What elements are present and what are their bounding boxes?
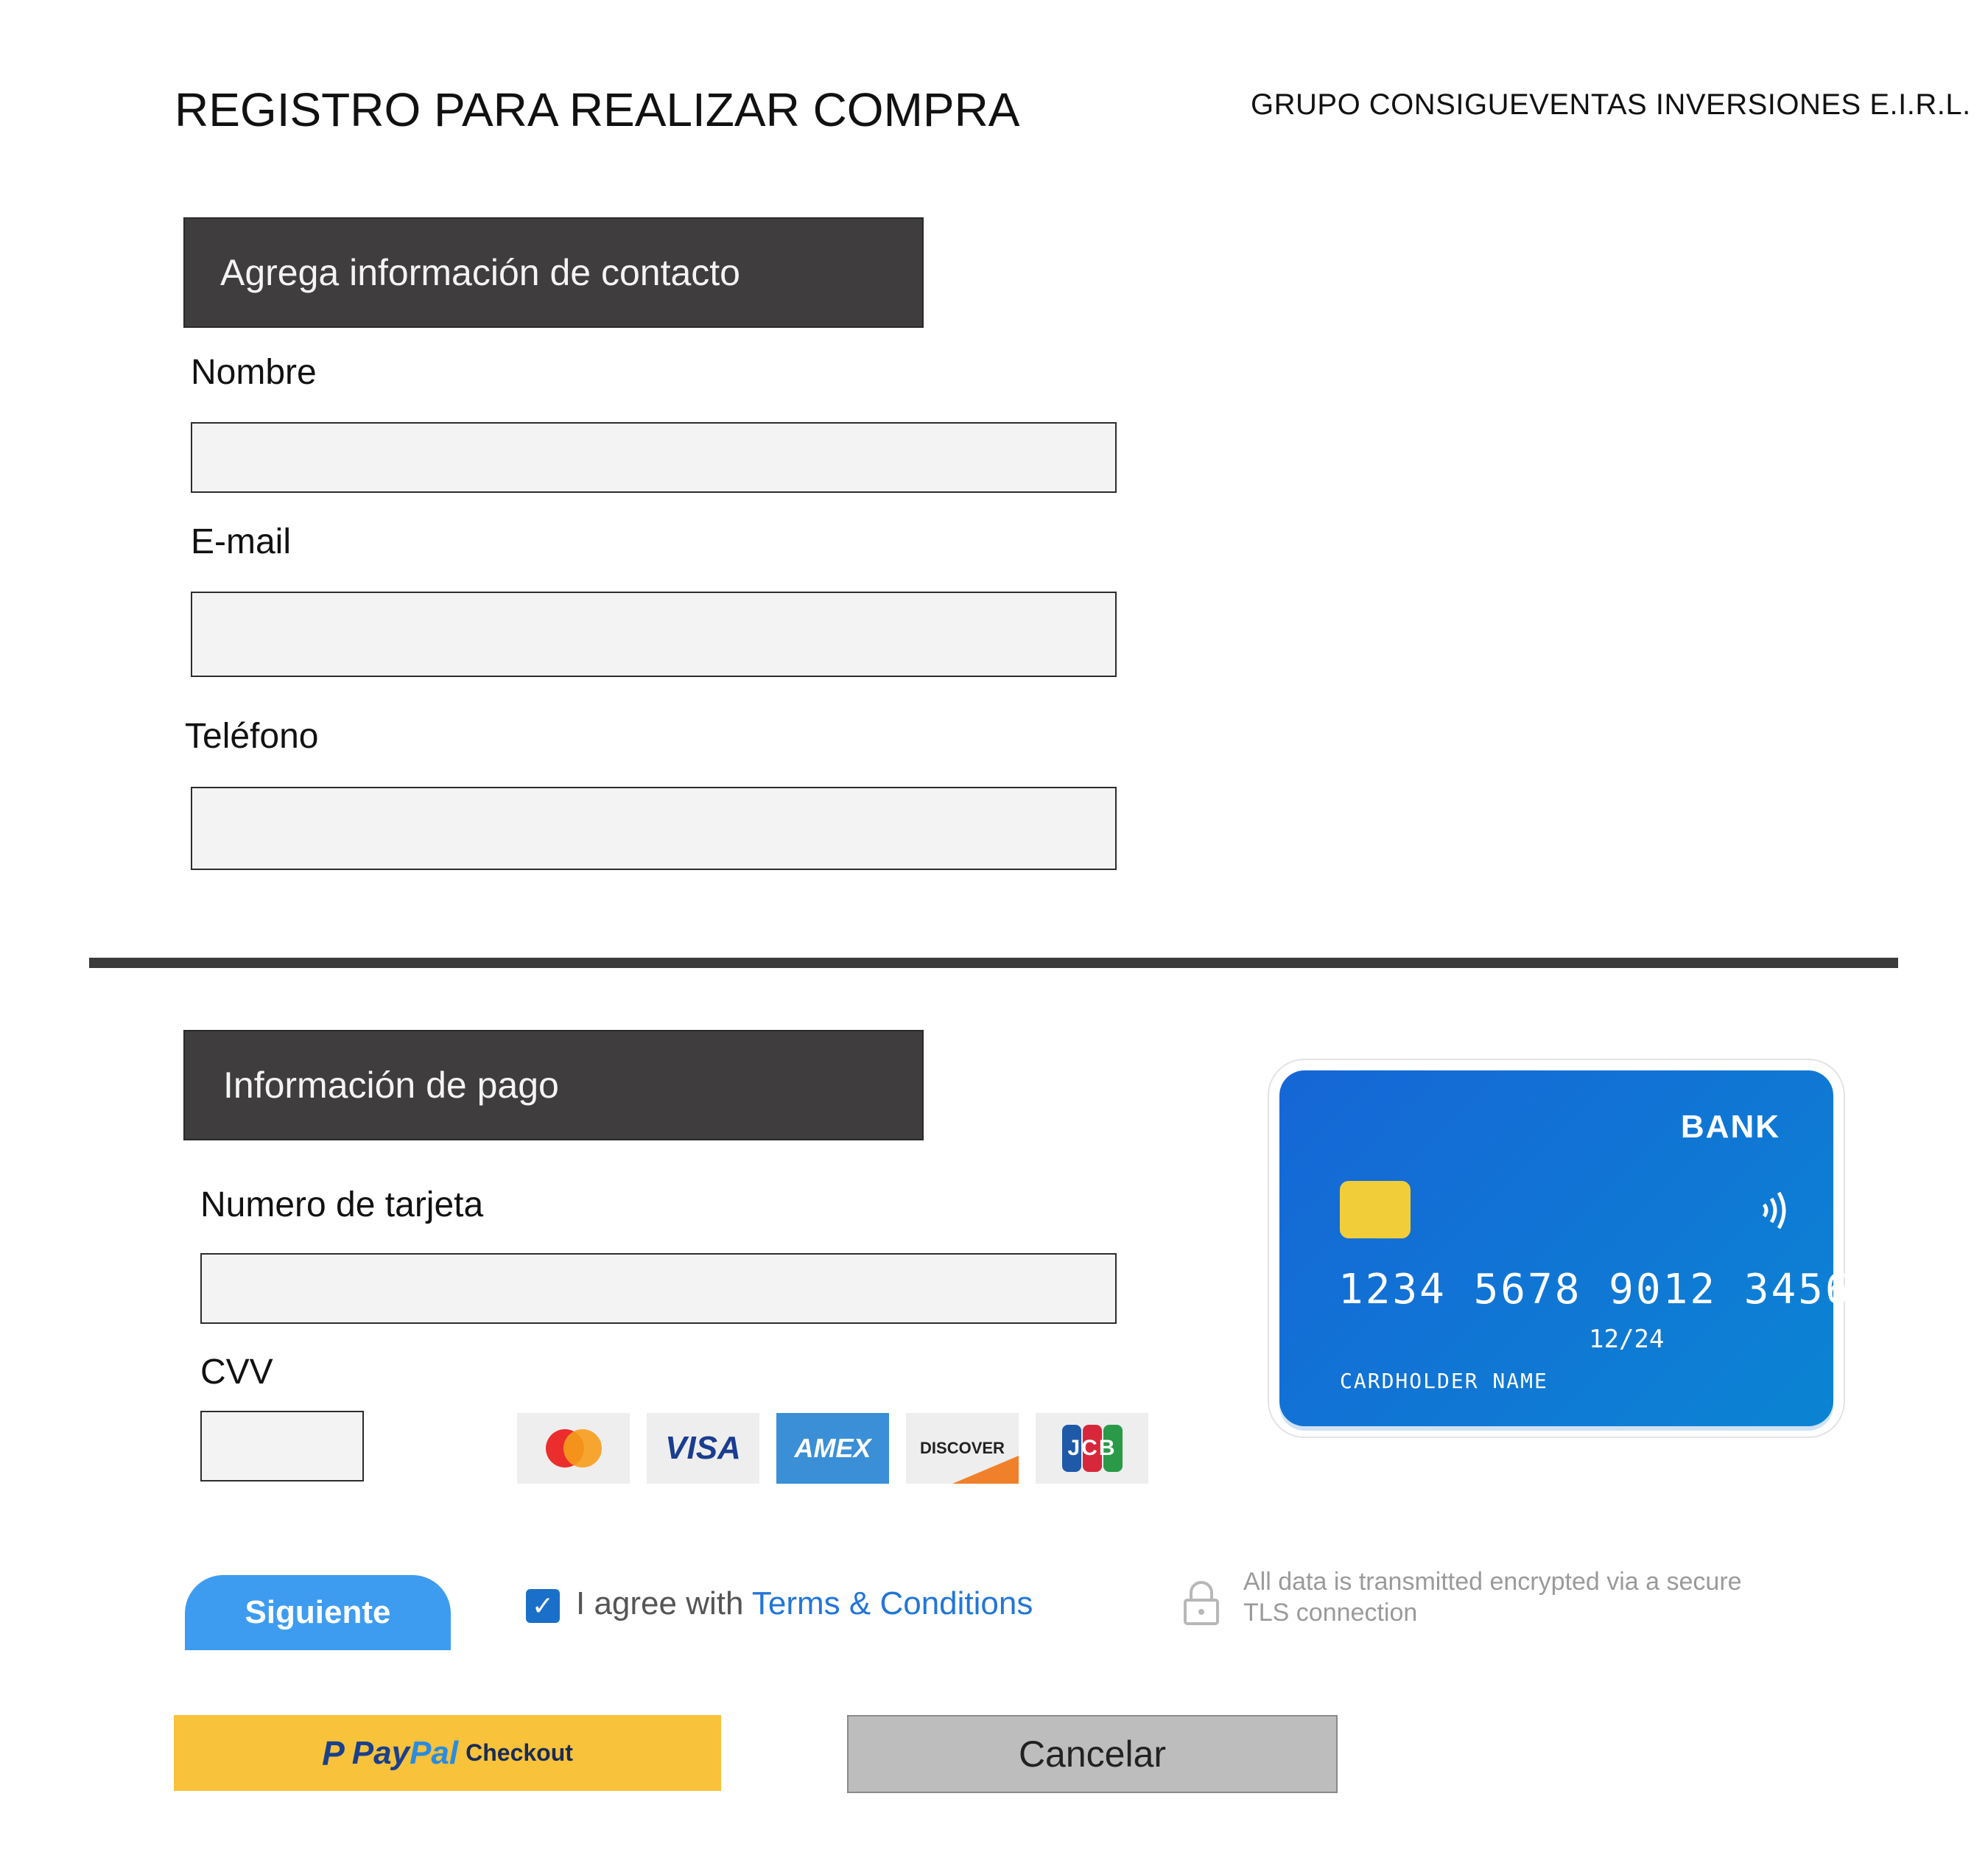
secure-notice-line1: All data is transmitted encrypted via a … [1243,1568,1742,1596]
name-field[interactable] [191,422,1117,493]
terms-link[interactable]: Terms & Conditions [752,1585,1033,1621]
email-field[interactable] [191,592,1117,677]
card-number-display: 1234 5678 9012 3456 [1338,1266,1852,1314]
secure-notice-line2: TLS connection [1243,1599,1418,1627]
payment-section-header: Información de pago [183,1030,924,1140]
next-button[interactable]: Siguiente [185,1575,451,1650]
phone-field[interactable] [191,787,1117,870]
card-expiry: 12/24 [1589,1325,1665,1354]
page-title: REGISTRO PARA REALIZAR COMPRA [175,83,1020,136]
discover-stripe [952,1456,1019,1484]
name-label: Nombre [191,353,317,392]
cancel-button[interactable]: Cancelar [847,1715,1338,1793]
company-name: GRUPO CONSIGUEVENTAS INVERSIONES E.I.R.L… [1251,88,1971,121]
cvv-field[interactable] [200,1411,364,1481]
cancel-button-label: Cancelar [1018,1733,1167,1775]
visa-icon: VISA [647,1413,759,1484]
mastercard-icon [517,1413,630,1484]
email-label: E-mail [191,522,292,561]
card-bank-name: BANK [1680,1109,1780,1145]
secure-notice: All data is transmitted encrypted via a … [1243,1566,1833,1628]
payment-section-title: Información de pago [223,1065,559,1106]
paypal-icon: P [322,1733,345,1772]
paypal-checkout-button[interactable]: P PayPal Checkout [174,1715,721,1791]
card-number-label: Numero de tarjeta [200,1185,484,1224]
terms-agreement: I agree with Terms & Conditions [576,1585,1033,1622]
paypal-logo: PayPal [352,1735,458,1772]
paypal-brand-pay: Pay [351,1734,410,1771]
agree-prefix: I agree with [576,1585,752,1621]
jcb-icon: JCB [1036,1413,1148,1484]
contact-section-header: Agrega información de contacto [183,217,924,328]
next-button-label: Siguiente [245,1594,391,1630]
cvv-label: CVV [200,1353,273,1392]
terms-checkbox[interactable]: ✓ [526,1589,560,1623]
chip-icon [1340,1181,1411,1238]
card-number-field[interactable] [200,1253,1117,1324]
paypal-checkout-label: Checkout [466,1739,573,1766]
check-icon: ✓ [531,1591,555,1621]
lock-icon [1182,1579,1220,1630]
paypal-brand-pal: Pal [410,1734,459,1771]
contact-section-title: Agrega información de contacto [220,252,740,293]
card-holder-name: CARDHOLDER NAME [1340,1369,1548,1393]
section-divider [89,958,1898,968]
credit-card-preview: BANK 1234 5678 9012 3456 12/24 CARDHOLDE… [1279,1070,1850,1426]
contactless-icon [1760,1188,1789,1244]
jcb-label: JCB [1067,1436,1117,1460]
amex-icon: AMEX [776,1413,889,1484]
discover-icon: DISCOVER [906,1413,1019,1484]
phone-label: Teléfono [185,717,319,756]
